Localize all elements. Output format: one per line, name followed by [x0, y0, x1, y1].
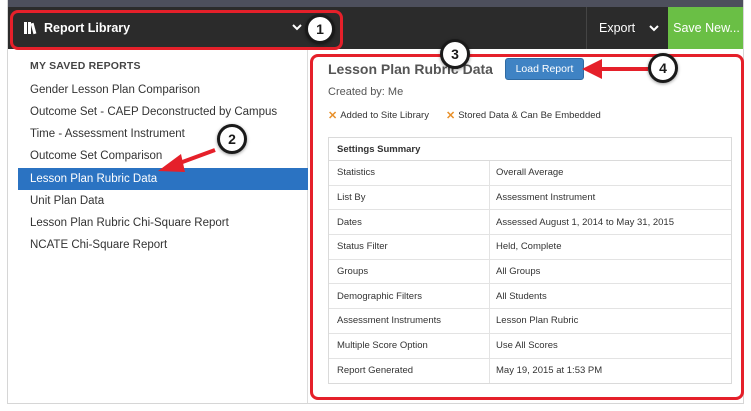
callout-badge-4: 4	[648, 53, 678, 83]
callout-badge-2: 2	[217, 124, 247, 154]
arrow-to-load-button	[582, 59, 648, 79]
arrow-to-sidebar-item	[158, 148, 216, 172]
callout-arrows	[158, 59, 648, 172]
callout-badge-3: 3	[440, 39, 470, 69]
callout-badge-1: 1	[305, 14, 335, 44]
